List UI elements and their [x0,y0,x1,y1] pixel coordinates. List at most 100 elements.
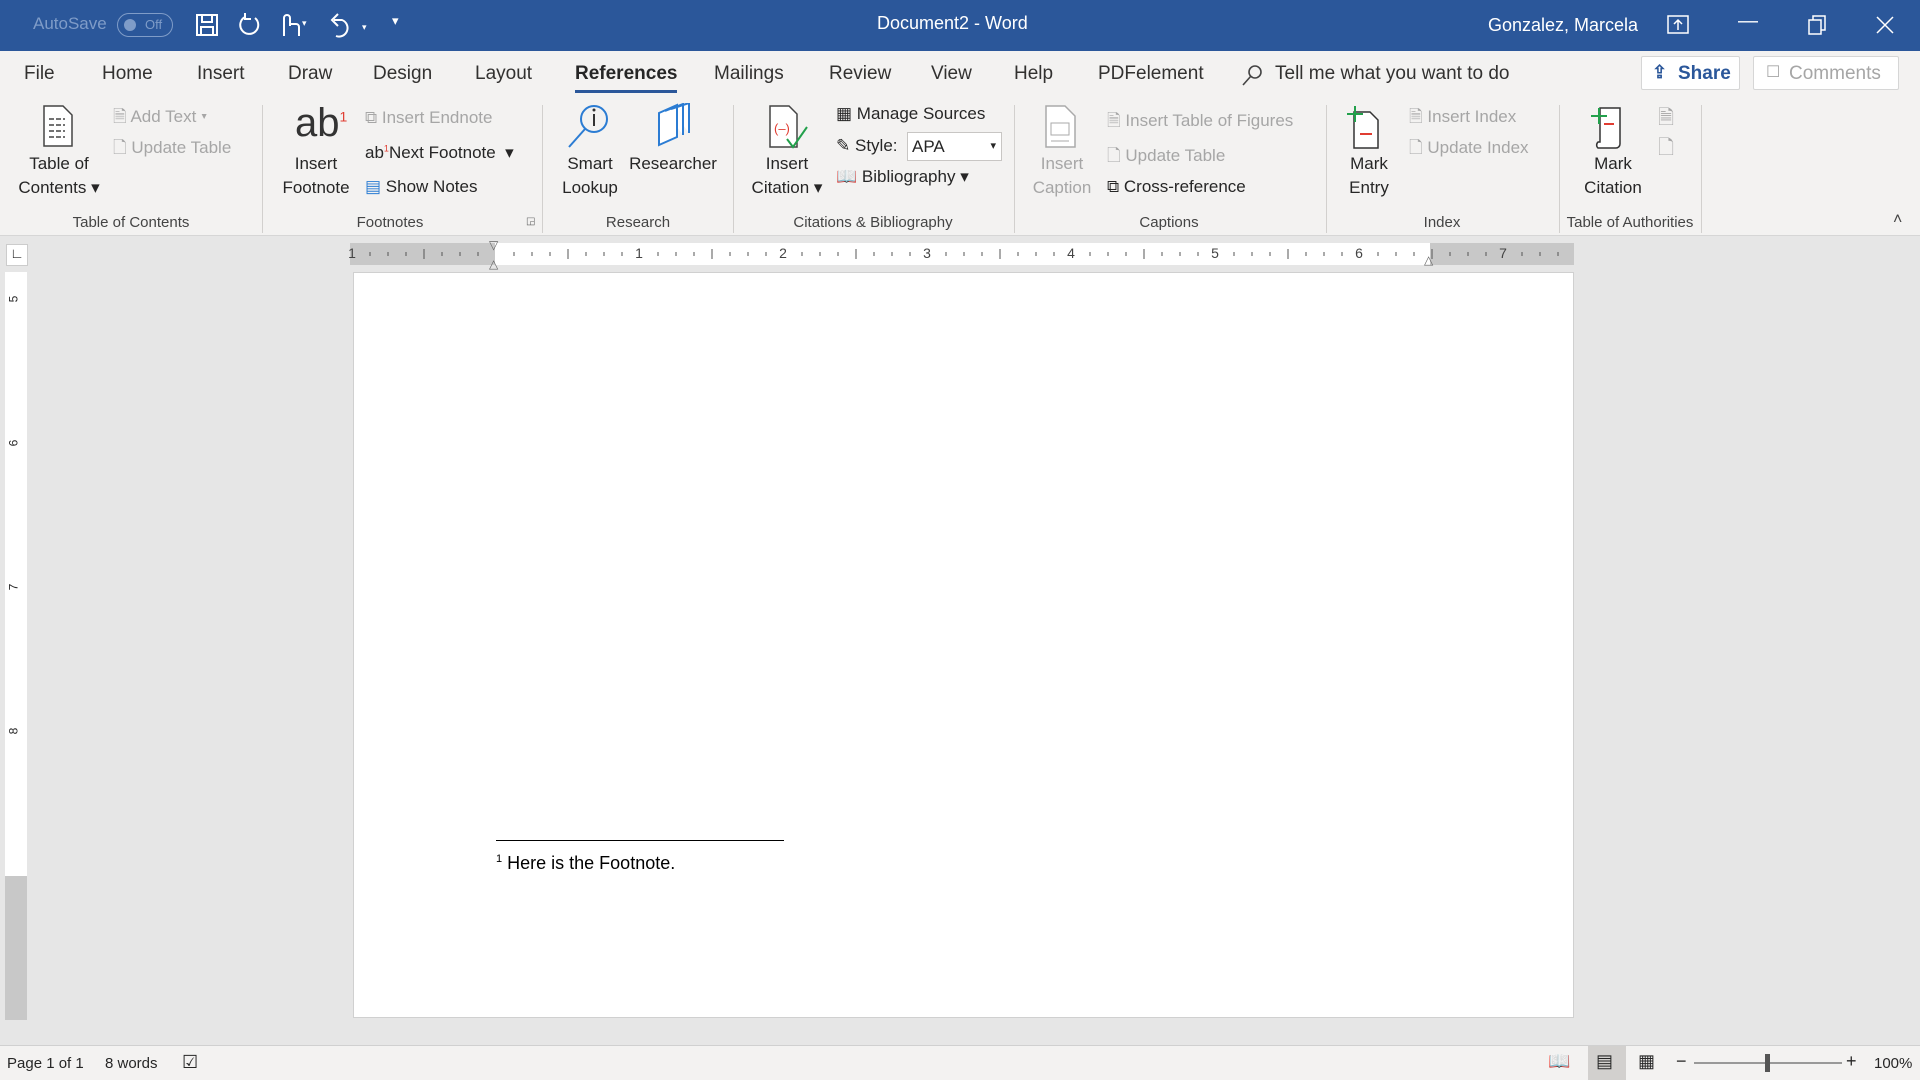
search-icon[interactable] [1240,63,1264,87]
add-text-button: 🗎 Add Text ▾ [113,107,208,126]
print-layout-icon[interactable]: ▤ [1596,1051,1613,1072]
insert-endnote-button: ⧉ Insert Endnote [365,108,493,127]
group-label-toa: Table of Authorities [1566,214,1694,231]
tab-mailings[interactable]: Mailings [714,63,784,85]
page-count[interactable]: Page 1 of 1 [7,1055,84,1072]
footnote[interactable]: 1 Here is the Footnote. [496,853,675,874]
word-count[interactable]: 8 words [105,1055,158,1072]
researcher-button[interactable]: Researcher [629,152,717,176]
group-label-toc: Table of Contents [72,214,190,231]
vruler-number: 5 [6,295,21,303]
first-line-indent-handle[interactable]: ▽ [489,238,498,252]
ruler-number: 7 [1499,245,1507,261]
style-icon: ✎ [836,136,851,155]
autosave-label: AutoSave [33,14,107,33]
restore-icon[interactable] [1808,15,1828,35]
mark-citation-icon [1591,107,1621,149]
hanging-indent-handle[interactable]: △ [489,257,498,271]
vruler-number: 6 [6,439,21,447]
vruler-number: 8 [6,727,21,735]
table-of-contents-icon [43,105,73,147]
update-table-of-authorities-icon: 🗋 [1658,137,1675,159]
insert-citation-button[interactable]: Insert Citation ▾ [752,152,823,200]
close-icon[interactable] [1875,15,1895,35]
share-icon: ⇪ [1652,62,1668,82]
customize-qat-icon[interactable]: ▾ [392,13,399,29]
save-icon[interactable] [195,13,219,37]
tab-selector-icon[interactable]: ∟ [6,244,28,266]
read-mode-icon[interactable]: 📖 [1548,1051,1570,1072]
tab-view[interactable]: View [931,63,972,85]
cross-reference-button[interactable]: ⧉ Cross-reference [1107,177,1246,197]
show-notes-button[interactable]: ▤ Show Notes [365,177,477,197]
ruler-ticks [369,249,1559,259]
tab-insert[interactable]: Insert [197,63,245,85]
touch-mode-icon[interactable]: ▾ [278,12,308,38]
smart-lookup-button[interactable]: Smart Lookup [562,152,618,200]
group-label-research: Research [605,214,671,231]
insert-caption-icon [1045,105,1076,148]
minimize-icon[interactable]: — [1738,10,1758,33]
comments-button[interactable]: ☐ Comments [1753,56,1899,90]
autosave-toggle[interactable]: Off [117,13,173,37]
bibliography-button[interactable]: 📖 Bibliography ▾ [836,167,969,187]
update-index-button: 🗋 Update Index [1409,138,1529,157]
svg-text:(–): (–) [774,121,790,136]
tab-layout[interactable]: Layout [475,63,532,85]
update-table-button: 🗋 Update Table [113,138,232,157]
mark-entry-button[interactable]: Mark Entry [1349,152,1389,200]
horizontal-ruler[interactable]: 1 1 2 3 4 5 6 7 ▽ △ △ [348,238,1574,271]
status-bar: Page 1 of 1 8 words ☑ 📖 ▤ ▦ − + 100% [0,1045,1920,1080]
mark-citation-button[interactable]: Mark Citation [1584,152,1642,200]
ribbon-references: Table of Contents ▾ 🗎 Add Text ▾ 🗋 Update… [0,99,1920,236]
tab-pdfelement[interactable]: PDFelement [1098,63,1204,85]
proofing-icon[interactable]: ☑ [182,1052,198,1073]
table-of-contents-button[interactable]: Table of Contents ▾ [18,152,99,200]
insert-table-of-figures-button: 🗎 Insert Table of Figures [1107,111,1294,130]
group-label-index: Index [1423,214,1461,231]
zoom-in-icon[interactable]: + [1846,1051,1857,1072]
footnotes-dialog-launcher-icon[interactable]: ◲ [526,216,535,227]
chevron-down-icon: ▾ [990,140,996,152]
tab-home[interactable]: Home [102,63,153,85]
undo-icon[interactable]: ▾ [328,12,372,38]
share-button[interactable]: ⇪ Share [1641,56,1740,90]
ribbon-display-options-icon[interactable] [1667,15,1689,35]
next-footnote-button[interactable]: ab1Next Footnote ▾ [365,143,514,163]
ruler-number: 5 [1211,245,1219,261]
manage-sources-icon: ▦ [836,104,853,123]
right-indent-handle[interactable]: △ [1424,253,1433,267]
group-label-citations: Citations & Bibliography [793,214,953,231]
insert-index-button: 🗎 Insert Index [1409,107,1517,126]
tab-draw[interactable]: Draw [288,63,332,85]
next-footnote-icon: ab1 [365,143,389,162]
ruler-number: 2 [779,245,787,261]
insert-table-of-authorities-icon: 🗎 [1658,107,1675,129]
tab-references[interactable]: References [575,63,678,93]
ribbon-tabs: File Home Insert Draw Design Layout Refe… [0,51,1920,99]
vertical-ruler[interactable]: 5 6 7 8 [5,272,27,1020]
collapse-ribbon-icon[interactable]: ˄ [1893,211,1902,229]
footnote-separator [496,840,784,841]
zoom-out-icon[interactable]: − [1676,1051,1687,1072]
show-notes-icon: ▤ [365,177,382,196]
redo-icon[interactable] [237,12,263,38]
insert-endnote-icon: ⧉ [365,108,378,127]
tab-file[interactable]: File [24,63,55,85]
ruler-number: 3 [923,245,931,261]
web-layout-icon[interactable]: ▦ [1638,1051,1655,1072]
tab-help[interactable]: Help [1014,63,1053,85]
tab-design[interactable]: Design [373,63,432,85]
group-label-footnotes: Footnotes [356,214,424,231]
manage-sources-button[interactable]: ▦ Manage Sources [836,104,985,124]
insert-footnote-button[interactable]: Insert Footnote [282,152,349,200]
zoom-level[interactable]: 100% [1874,1055,1912,1072]
bibliography-icon: 📖 [836,167,858,186]
style-dropdown[interactable]: APA ▾ [907,132,1002,161]
document-page[interactable]: 1 Here is the Footnote. [353,272,1574,1018]
user-name[interactable]: Gonzalez, Marcela [1488,15,1638,36]
zoom-slider-thumb[interactable] [1765,1054,1770,1072]
tell-me-input[interactable]: Tell me what you want to do [1275,63,1509,85]
tab-review[interactable]: Review [829,63,891,85]
ruler-number: 1 [348,245,356,261]
